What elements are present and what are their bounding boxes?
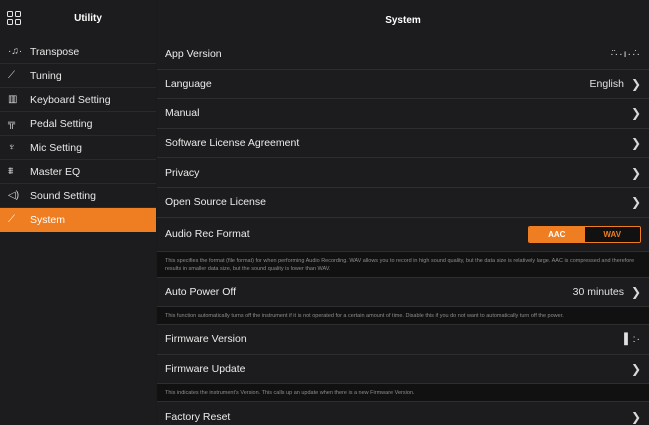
app-version-row: App Version ·̈··ı··̇· xyxy=(157,40,649,70)
sidebar-item-label: Master EQ xyxy=(30,165,81,178)
app-window: Utility ·♫· Transpose ⟋ Tuning ▥ Keyboar… xyxy=(0,0,649,425)
sidebar-item-label: Sound Setting xyxy=(30,189,96,202)
sidebar-item-label: Keyboard Setting xyxy=(30,93,111,106)
row-label: Open Source License xyxy=(165,196,266,209)
microphone-icon: ♆ xyxy=(8,142,16,153)
firmware-description: This indicates the instrument's Version.… xyxy=(157,384,649,403)
sidebar: Utility ·♫· Transpose ⟋ Tuning ▥ Keyboar… xyxy=(0,0,156,425)
privacy-row[interactable]: Privacy ❯ xyxy=(157,158,649,188)
sidebar-item-label: System xyxy=(30,213,66,226)
sidebar-item-mic-setting[interactable]: ♆ Mic Setting xyxy=(0,136,156,160)
wrench-icon: ⟋ xyxy=(8,214,15,225)
chevron-right-icon: ❯ xyxy=(631,76,642,91)
chevron-right-icon: ❯ xyxy=(631,409,642,424)
aac-option-button[interactable]: AAC xyxy=(529,226,585,242)
equalizer-icon: ⩩ xyxy=(8,166,14,177)
auto-power-off-description: This function automatically turns off th… xyxy=(157,307,649,326)
sidebar-item-label: Mic Setting xyxy=(30,141,82,154)
sidebar-item-system[interactable]: ⟋ System xyxy=(0,208,156,232)
audio-format-segmented-control: AAC WAV xyxy=(528,225,641,243)
auto-power-off-value: 30 minutes xyxy=(572,285,624,298)
firmware-version-value: ▌:· xyxy=(624,333,641,346)
language-row[interactable]: Language English ❯ xyxy=(157,69,649,100)
keyboard-icon: ▥ xyxy=(8,94,18,105)
manual-row[interactable]: Manual ❯ xyxy=(157,99,649,129)
firmware-update-row[interactable]: Firmware Update ❯ xyxy=(157,354,649,385)
row-label: Firmware Version xyxy=(165,333,247,346)
audio-rec-format-description: This specifies the format (file format) … xyxy=(157,251,649,278)
row-label: Factory Reset xyxy=(165,410,231,423)
chevron-right-icon: ❯ xyxy=(631,362,642,377)
page-title: System xyxy=(157,0,649,40)
sidebar-item-label: Tuning xyxy=(30,69,62,82)
wav-option-button[interactable]: WAV xyxy=(584,226,640,242)
sidebar-item-pedal-setting[interactable]: ╦ Pedal Setting xyxy=(0,112,156,136)
chevron-right-icon: ❯ xyxy=(631,165,642,180)
auto-power-off-row[interactable]: Auto Power Off 30 minutes ❯ xyxy=(157,277,649,308)
speaker-icon: ◁) xyxy=(8,190,20,201)
row-label: Audio Rec Format xyxy=(165,228,250,241)
row-label: Auto Power Off xyxy=(165,285,237,298)
row-label: Language xyxy=(165,77,212,90)
sidebar-item-sound-setting[interactable]: ◁) Sound Setting xyxy=(0,184,156,208)
sidebar-item-label: Pedal Setting xyxy=(30,117,93,130)
chevron-right-icon: ❯ xyxy=(631,136,642,151)
open-source-license-row[interactable]: Open Source License ❯ xyxy=(157,187,649,218)
row-label: Firmware Update xyxy=(165,363,246,376)
row-label: Software License Agreement xyxy=(165,137,300,150)
app-version-value: ·̈··ı··̇· xyxy=(610,48,641,61)
firmware-version-row: Firmware Version ▌:· xyxy=(157,325,649,355)
sidebar-item-master-eq[interactable]: ⩩ Master EQ xyxy=(0,160,156,184)
sidebar-header: Utility xyxy=(0,0,156,40)
chevron-right-icon: ❯ xyxy=(631,195,642,210)
audio-rec-format-row: Audio Rec Format AAC WAV xyxy=(157,217,649,252)
sidebar-item-tuning[interactable]: ⟋ Tuning xyxy=(0,64,156,88)
sidebar-item-transpose[interactable]: ·♫· Transpose xyxy=(0,40,156,64)
chevron-right-icon: ❯ xyxy=(631,284,642,299)
row-label: Privacy xyxy=(165,166,200,179)
language-value: English xyxy=(589,77,624,90)
software-license-row[interactable]: Software License Agreement ❯ xyxy=(157,128,649,159)
factory-reset-row[interactable]: Factory Reset ❯ xyxy=(157,402,649,425)
main-panel: System App Version ·̈··ı··̇· Language En… xyxy=(156,0,649,425)
row-label: Manual xyxy=(165,107,200,120)
row-label: App Version xyxy=(165,48,222,61)
sidebar-list: ·♫· Transpose ⟋ Tuning ▥ Keyboard Settin… xyxy=(0,40,156,232)
tuning-fork-icon: ⟋ xyxy=(8,70,15,81)
chevron-right-icon: ❯ xyxy=(631,106,642,121)
sidebar-item-label: Transpose xyxy=(30,45,80,58)
transpose-icon: ·♫· xyxy=(8,46,23,57)
pedal-icon: ╦ xyxy=(8,118,16,129)
sidebar-title: Utility xyxy=(74,13,102,24)
sidebar-item-keyboard-setting[interactable]: ▥ Keyboard Setting xyxy=(0,88,156,112)
